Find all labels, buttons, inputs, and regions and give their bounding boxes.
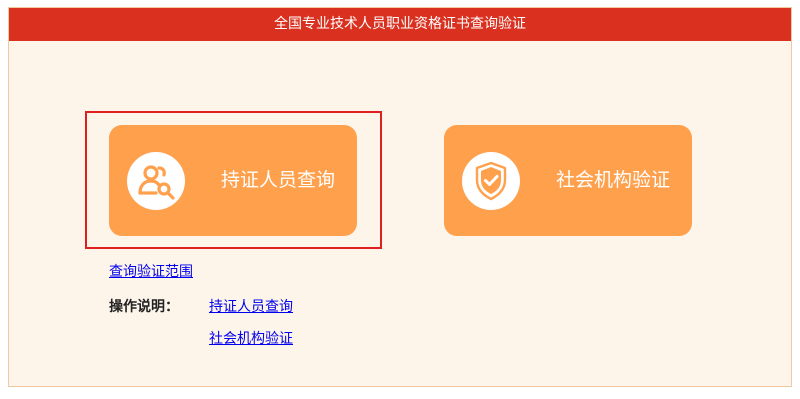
instruction-org-verify-link[interactable]: 社会机构验证 bbox=[209, 328, 293, 348]
instructions-label: 操作说明： bbox=[109, 299, 179, 315]
person-search-icon bbox=[127, 152, 185, 210]
person-query-tile[interactable]: 持证人员查询 bbox=[109, 125, 357, 236]
person-query-tile-label: 持证人员查询 bbox=[221, 169, 336, 191]
org-verify-tile[interactable]: 社会机构验证 bbox=[444, 125, 692, 236]
instruction-person-query-link[interactable]: 持证人员查询 bbox=[209, 296, 293, 316]
org-verify-tile-label: 社会机构验证 bbox=[556, 169, 671, 191]
query-scope-link[interactable]: 查询验证范围 bbox=[109, 261, 193, 281]
page-header-title: 全国专业技术人员职业资格证书查询验证 bbox=[9, 8, 791, 41]
main-panel: 全国专业技术人员职业资格证书查询验证 持证人员查询 社会机构验证 查询验证范围 … bbox=[8, 7, 792, 387]
shield-check-icon bbox=[462, 152, 520, 210]
